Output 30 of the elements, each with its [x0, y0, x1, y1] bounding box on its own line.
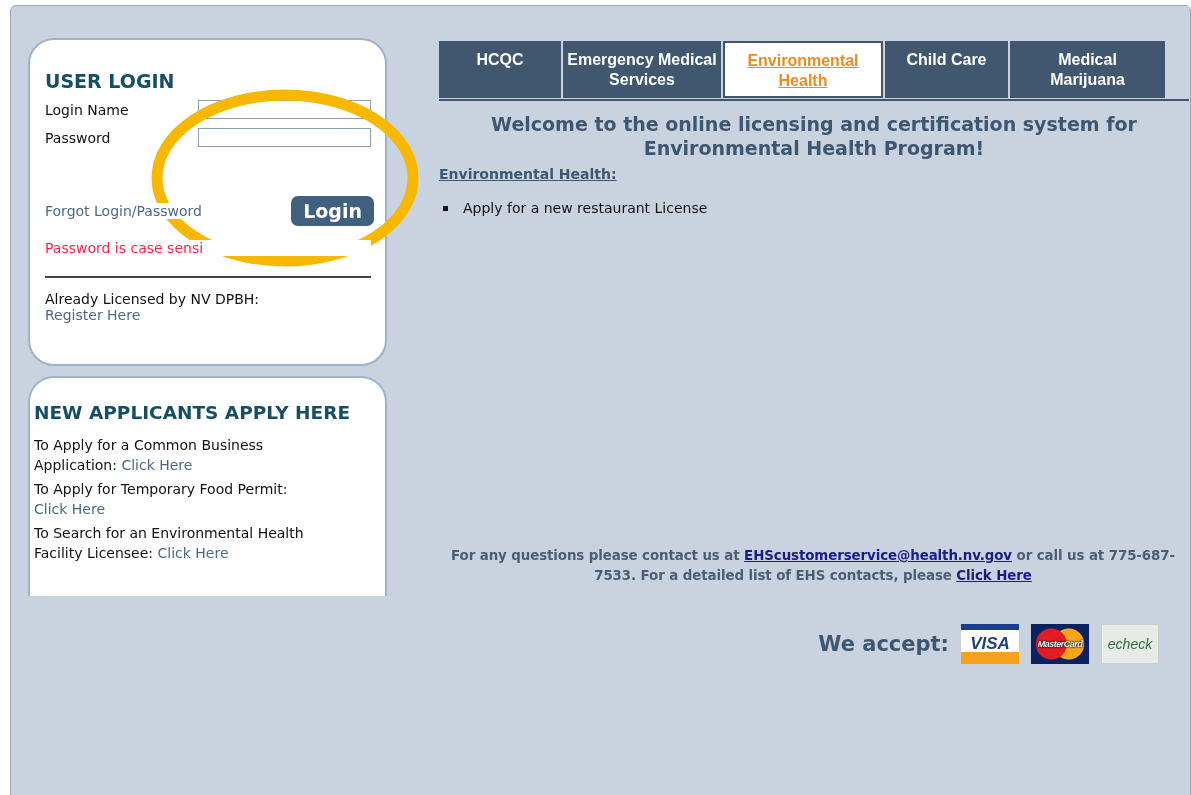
field-label: Login Name [45, 102, 129, 118]
contacts-link[interactable]: Click Here [956, 568, 1032, 583]
click-here-link[interactable]: Click Here [157, 545, 229, 561]
we-accept-label: We accept: [818, 632, 949, 656]
tab[interactable]: Emergency Medical Services [563, 41, 721, 98]
login-button[interactable]: Login [291, 196, 374, 226]
login-heading: USER LOGIN [45, 70, 176, 92]
tab[interactable]: Child Care [885, 41, 1008, 98]
already-licensed-text: Already Licensed by NV DPBH: [45, 291, 261, 307]
visa-logo: VISA [961, 624, 1019, 664]
applicants-heading: NEW APPLICANTS APPLY HERE [34, 402, 352, 423]
list-item: Apply for a new restaurant License [463, 200, 708, 216]
register-link[interactable]: Register Here [45, 307, 141, 323]
apply-text: To Apply for Temporary Food Permit: Click Here [34, 480, 289, 519]
case-sensitive-note: Password is case sensi [45, 240, 371, 256]
bullet-icon [443, 205, 448, 211]
echeck-logo: echeck [1101, 624, 1159, 664]
forgot-password-link[interactable]: Forgot Login/Password [45, 203, 202, 219]
section-title: Environmental Health: [439, 166, 618, 182]
input-field[interactable] [198, 128, 371, 147]
field-label: Password [45, 130, 111, 146]
email-link[interactable]: EHScustomerservice@health.nv.gov [744, 548, 1012, 563]
click-here-link[interactable]: Click Here [34, 501, 105, 517]
welcome-heading: Welcome to the online licensing and certification system for Environmental Health Program! [490, 112, 1138, 160]
apply-text: To Apply for a Common Business Application: Click Here [34, 436, 265, 475]
tab[interactable]: Medical Marijuana [1010, 41, 1165, 98]
tab[interactable]: HCQC [439, 41, 561, 98]
apply-text: To Search for an Environmental Health Facility Licensee: Click Here [34, 524, 305, 563]
click-here-link[interactable]: Click Here [121, 457, 193, 473]
contact-text: For any questions please contact us at EHScustomerservice@health.nv.gov or call us at 775-687-7533. For a detailed list of EHS contacts, please Click Here [450, 547, 1176, 585]
